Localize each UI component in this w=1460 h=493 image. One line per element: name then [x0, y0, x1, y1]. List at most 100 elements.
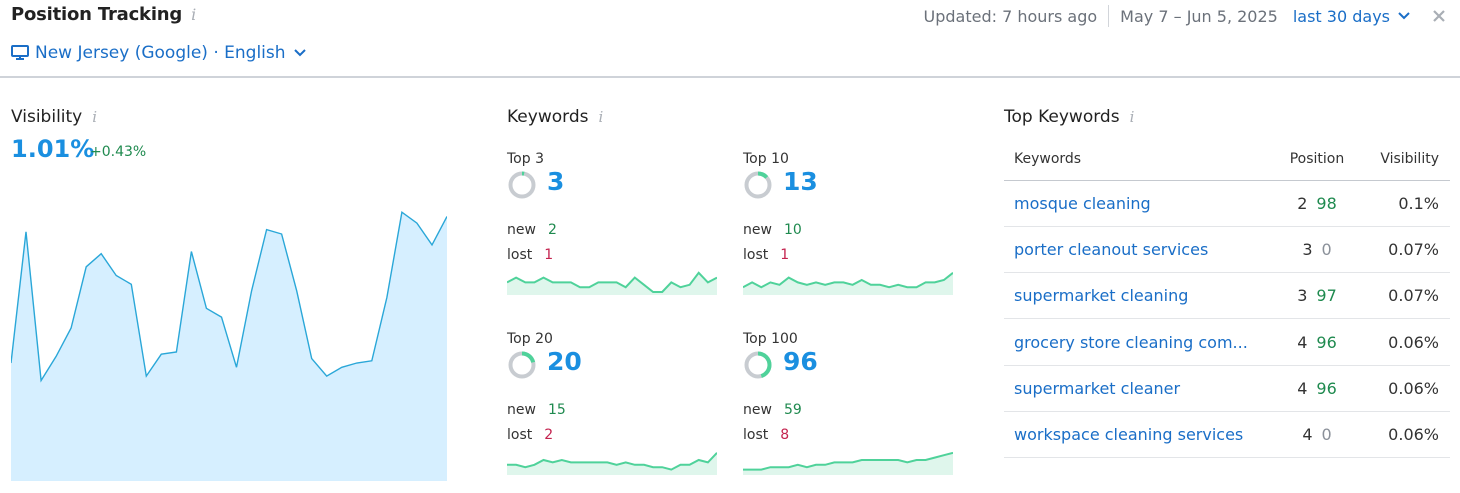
page-header: Position Tracking i New Jersey (Google) ·… — [0, 0, 1460, 78]
keyword-count: 20 — [547, 347, 582, 376]
position-cell: 3 97 — [1274, 272, 1360, 320]
keyword-count: 96 — [783, 347, 818, 376]
keyword-block-top-3[interactable]: Top 3 3 new 2 lost 1 — [507, 151, 722, 311]
donut-chart — [744, 171, 772, 199]
lost-label: lost — [743, 427, 769, 443]
sparkline-chart — [743, 451, 953, 475]
lost-count: 1 — [544, 247, 554, 263]
lost-count: 8 — [780, 427, 790, 443]
position-cell: 4 96 — [1274, 318, 1360, 366]
position-diff: 98 — [1316, 193, 1337, 213]
new-label: new — [743, 222, 772, 238]
column-header-keywords[interactable]: Keywords — [1004, 139, 1274, 181]
keyword-block-label: Top 100 — [743, 331, 798, 347]
keyword-block-top-100[interactable]: Top 100 96 new 59 lost 8 — [743, 331, 958, 491]
new-label: new — [507, 402, 536, 418]
new-count: 2 — [547, 222, 557, 238]
keyword-link[interactable]: workspace cleaning services — [1004, 411, 1274, 459]
info-icon[interactable]: i — [1130, 108, 1135, 126]
sparkline-area — [507, 272, 717, 295]
position-value: 3 — [1302, 239, 1313, 259]
donut-chart — [508, 171, 536, 199]
keyword-link[interactable]: mosque cleaning — [1004, 180, 1274, 227]
divider — [1108, 5, 1110, 27]
keyword-block-label: Top 20 — [507, 331, 553, 347]
keyword-block-top-20[interactable]: Top 20 20 new 15 lost 2 — [507, 331, 722, 491]
chevron-down-icon — [293, 49, 306, 57]
position-diff: 96 — [1316, 378, 1337, 398]
page-title: Position Tracking i — [11, 4, 196, 25]
table-row: grocery store cleaning com... 4 96 0.06% — [1004, 318, 1450, 366]
keywords-title-text: Keywords — [507, 107, 589, 127]
position-value: 4 — [1297, 332, 1308, 352]
location-label: New Jersey (Google) · English — [35, 43, 286, 63]
desktop-icon — [11, 45, 29, 60]
lost-row: lost 1 — [743, 247, 789, 263]
new-label: new — [507, 222, 536, 238]
keyword-link[interactable]: supermarket cleaner — [1004, 365, 1274, 412]
column-header-visibility[interactable]: Visibility — [1360, 139, 1450, 181]
period-selector[interactable]: last 30 days — [1293, 7, 1410, 26]
new-row: new 2 — [507, 222, 557, 238]
sparkline-chart — [507, 271, 717, 295]
column-header-position[interactable]: Position — [1274, 139, 1360, 181]
visibility-value: 1.01% — [11, 135, 95, 163]
keyword-count: 13 — [783, 167, 818, 196]
lost-label: lost — [507, 247, 533, 263]
table-row: mosque cleaning 2 98 0.1% — [1004, 180, 1450, 227]
visibility-title: Visibility i — [11, 107, 97, 127]
lost-count: 1 — [780, 247, 790, 263]
table-row: supermarket cleaner 4 96 0.06% — [1004, 365, 1450, 412]
keyword-link[interactable]: supermarket cleaning — [1004, 272, 1274, 320]
position-cell: 2 98 — [1274, 180, 1360, 227]
visibility-cell: 0.06% — [1360, 411, 1450, 459]
visibility-cell: 0.06% — [1360, 365, 1450, 412]
info-icon[interactable]: i — [191, 5, 196, 24]
visibility-cell: 0.06% — [1360, 318, 1450, 366]
chevron-down-icon — [1398, 12, 1410, 20]
location-selector[interactable]: New Jersey (Google) · English — [11, 43, 306, 63]
info-icon[interactable]: i — [92, 108, 97, 126]
close-icon[interactable] — [1432, 9, 1446, 23]
keyword-link[interactable]: porter cleanout services — [1004, 226, 1274, 274]
lost-row: lost 8 — [743, 427, 789, 443]
new-row: new 15 — [507, 402, 566, 418]
sparkline-chart — [743, 272, 953, 295]
visibility-delta: +0.43% — [90, 144, 147, 160]
date-range: May 7 – Jun 5, 2025 — [1120, 6, 1278, 26]
new-count: 59 — [783, 402, 802, 418]
keyword-link[interactable]: grocery store cleaning com... — [1004, 318, 1274, 366]
new-count: 10 — [783, 222, 802, 238]
position-diff: 96 — [1316, 332, 1337, 352]
header-meta: Updated: 7 hours ago May 7 – Jun 5, 2025… — [924, 5, 1447, 27]
visibility-cell: 0.07% — [1360, 272, 1450, 320]
position-diff: 0 — [1321, 425, 1332, 445]
donut-track — [508, 171, 536, 199]
position-value: 2 — [1297, 193, 1308, 213]
page-title-text: Position Tracking — [11, 4, 183, 25]
visibility-title-text: Visibility — [11, 107, 83, 127]
top-keywords-table: Keywords Position Visibility mosque clea… — [1004, 139, 1450, 459]
lost-count: 2 — [544, 427, 554, 443]
donut-chart — [744, 351, 772, 379]
position-cell: 40 — [1274, 411, 1360, 459]
position-value: 4 — [1297, 378, 1308, 398]
lost-row: lost 1 — [507, 247, 553, 263]
new-label: new — [743, 402, 772, 418]
sparkline-area — [743, 452, 953, 475]
keyword-count: 3 — [547, 167, 565, 196]
position-diff: 97 — [1316, 286, 1337, 306]
visibility-area — [11, 212, 447, 481]
keyword-block-label: Top 10 — [743, 151, 789, 167]
table-row: supermarket cleaning 3 97 0.07% — [1004, 272, 1450, 320]
visibility-chart — [11, 210, 447, 481]
new-row: new 59 — [743, 402, 802, 418]
period-label: last 30 days — [1292, 6, 1390, 26]
position-cell: 4 96 — [1274, 365, 1360, 412]
position-cell: 30 — [1274, 226, 1360, 274]
lost-row: lost 2 — [507, 427, 553, 443]
new-row: new 10 — [743, 222, 802, 238]
info-icon[interactable]: i — [598, 108, 603, 126]
keyword-block-top-10[interactable]: Top 10 13 new 10 lost 1 — [743, 151, 958, 311]
position-diff: 0 — [1321, 239, 1332, 259]
